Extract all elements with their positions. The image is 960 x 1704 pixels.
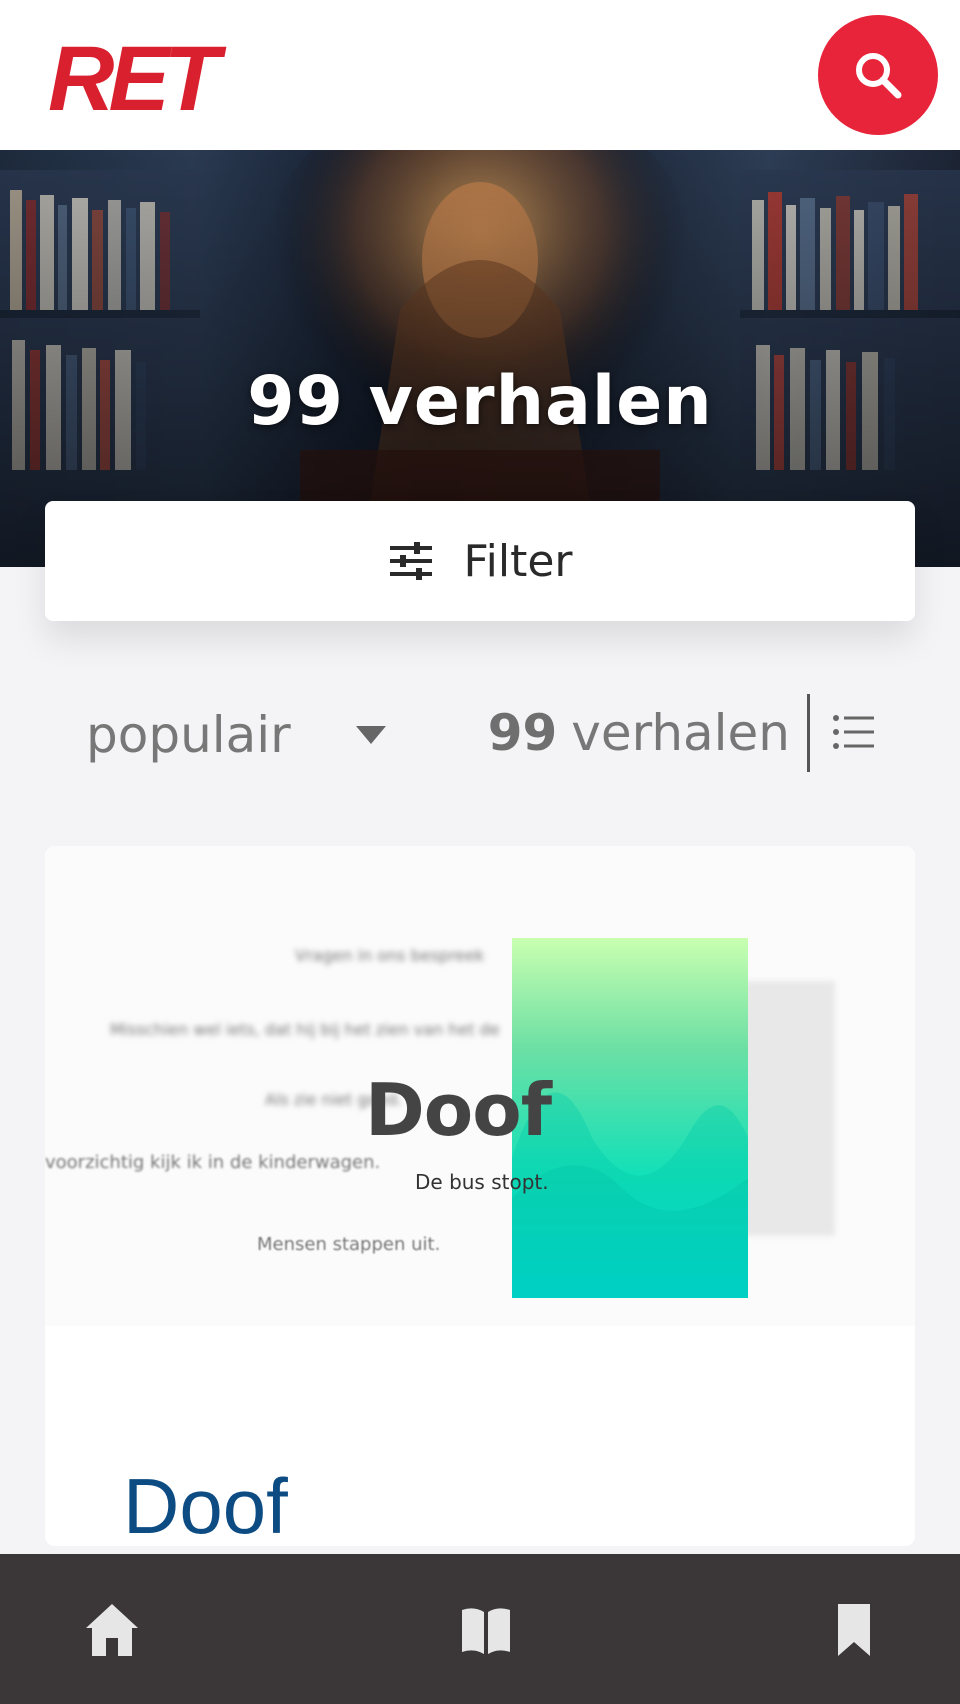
filter-button[interactable]: Filter	[45, 501, 915, 621]
sort-select[interactable]: populair	[86, 700, 396, 770]
cover-subtitle: De bus stopt.	[415, 1170, 549, 1194]
hero-title: 99 verhalen	[247, 362, 713, 441]
cover-title: Doof	[365, 1068, 552, 1152]
logo-text: RET	[48, 38, 227, 118]
cover-text-line: Mensen stappen uit.	[257, 1234, 441, 1255]
count-divider	[807, 694, 810, 772]
filter-label: Filter	[463, 535, 573, 587]
search-button[interactable]	[818, 15, 938, 135]
bookmark-icon[interactable]	[824, 1600, 884, 1660]
story-title[interactable]: Doof	[123, 1461, 288, 1546]
home-icon[interactable]	[82, 1600, 142, 1660]
cover-text-line: Vragen in ons bespreek	[295, 946, 485, 965]
ret-logo[interactable]: RET	[48, 38, 268, 118]
story-cover-image: Vragen in ons bespreek Misschien wel iet…	[45, 846, 915, 1326]
book-icon[interactable]	[456, 1600, 516, 1660]
story-card[interactable]: Vragen in ons bespreek Misschien wel iet…	[45, 846, 915, 1546]
search-icon	[856, 53, 902, 99]
list-view-icon[interactable]	[830, 708, 878, 756]
sliders-icon	[389, 542, 432, 580]
cover-text-line: voorzichtig kijk ik in de kinderwagen.	[45, 1152, 381, 1173]
sort-selected-value: populair	[86, 706, 291, 764]
bottom-navigation	[0, 1554, 960, 1704]
cover-text-line: Misschien wel iets, dat hij bij het zien…	[110, 1020, 500, 1039]
app-header: RET	[0, 0, 960, 150]
results-count-number: 99	[487, 704, 558, 762]
caret-down-icon	[356, 726, 386, 744]
results-count-label: verhalen	[571, 704, 790, 762]
results-count: 99 verhalen	[488, 700, 790, 766]
